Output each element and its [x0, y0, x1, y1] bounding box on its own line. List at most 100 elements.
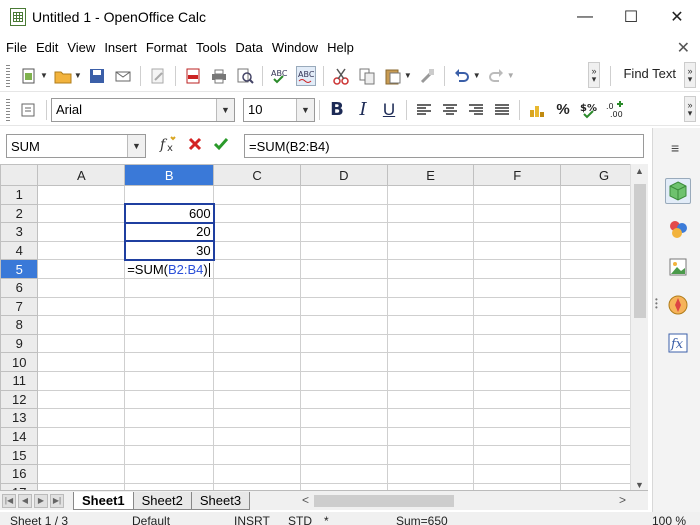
percent-format-button[interactable]: %: [553, 100, 573, 120]
font-name-box[interactable]: Arial ▼: [51, 97, 235, 122]
row-header-7[interactable]: 7: [0, 296, 39, 317]
cell-d8[interactable]: [299, 315, 388, 335]
cell-a2[interactable]: [37, 203, 126, 224]
cell-d13[interactable]: [299, 408, 388, 428]
cell-e3[interactable]: [386, 222, 475, 242]
status-insert-mode[interactable]: INSRT: [234, 514, 270, 525]
cell-d15[interactable]: [299, 445, 388, 465]
cell-e5[interactable]: [386, 259, 475, 279]
cell-f6[interactable]: [473, 277, 562, 298]
cell-c13[interactable]: [213, 408, 301, 428]
maximize-button[interactable]: ☐: [608, 0, 654, 34]
cell-c3[interactable]: [213, 222, 301, 242]
cell-b5[interactable]: =SUM(B2:B4): [124, 259, 215, 279]
underline-button[interactable]: U: [379, 100, 399, 120]
cell-b7[interactable]: [124, 296, 215, 317]
open-dropdown-icon[interactable]: ▼: [74, 71, 82, 80]
cell-e2[interactable]: [386, 203, 475, 224]
cell-d5[interactable]: [299, 259, 388, 279]
chevron-down-icon[interactable]: ▼: [216, 98, 234, 121]
cell-f9[interactable]: [473, 333, 562, 354]
toolbar-overflow-button[interactable]: » ▾: [588, 62, 600, 88]
sheet-tab-3[interactable]: Sheet3: [190, 491, 251, 510]
cell-d12[interactable]: [299, 389, 388, 410]
cell-d3[interactable]: [299, 222, 388, 242]
autospellcheck-icon[interactable]: ABC: [295, 65, 316, 86]
cell-b13[interactable]: [124, 408, 215, 428]
cell-a13[interactable]: [37, 408, 126, 428]
cell-f1[interactable]: [473, 185, 562, 205]
cell-b15[interactable]: [124, 445, 215, 465]
menu-tools[interactable]: Tools: [196, 40, 226, 55]
align-left-icon[interactable]: [414, 100, 434, 120]
cell-c2[interactable]: [213, 203, 301, 224]
cell-a9[interactable]: [37, 333, 126, 354]
menu-help[interactable]: Help: [327, 40, 354, 55]
cell-c10[interactable]: [213, 352, 301, 372]
cell-d7[interactable]: [299, 296, 388, 317]
minimize-button[interactable]: —: [562, 0, 608, 34]
cell-f12[interactable]: [473, 389, 562, 410]
cell-f17[interactable]: [473, 482, 562, 490]
chevron-down-icon[interactable]: ▼: [296, 98, 314, 121]
justify-icon[interactable]: [492, 100, 512, 120]
cell-b17[interactable]: [124, 482, 215, 490]
row-header-9[interactable]: 9: [0, 333, 39, 354]
toolbar-grip[interactable]: [6, 98, 10, 121]
cell-c11[interactable]: [213, 370, 301, 391]
cell-e4[interactable]: [386, 240, 475, 261]
row-header-12[interactable]: 12: [0, 389, 39, 410]
row-header-2[interactable]: 2: [0, 203, 39, 224]
cell-d4[interactable]: [299, 240, 388, 261]
select-all-corner[interactable]: [0, 164, 39, 186]
scroll-right-icon[interactable]: >: [619, 493, 626, 507]
cell-b12[interactable]: [124, 389, 215, 410]
cell-e9[interactable]: [386, 333, 475, 354]
cell-c9[interactable]: [213, 333, 301, 354]
cell-c15[interactable]: [213, 445, 301, 465]
column-header-e[interactable]: E: [386, 164, 475, 186]
column-header-a[interactable]: A: [37, 164, 126, 186]
align-center-icon[interactable]: [440, 100, 460, 120]
open-folder-icon[interactable]: [53, 66, 73, 86]
italic-button[interactable]: I: [353, 99, 373, 120]
cell-f5[interactable]: [473, 259, 562, 279]
cell-table[interactable]: A B C D E F G 1 2 600 3 20 4 30 5 =SUM(B2:B4) 6 7 8…: [0, 164, 648, 490]
sidebar-menu-icon[interactable]: ≡: [671, 140, 679, 156]
row-header-17[interactable]: 17: [0, 482, 39, 490]
last-sheet-icon[interactable]: ▶|: [50, 493, 64, 508]
styles-icon[interactable]: [19, 100, 39, 120]
sidebar-resize-handle[interactable]: • • •: [655, 296, 658, 312]
cell-a10[interactable]: [37, 352, 126, 372]
cell-b6[interactable]: [124, 277, 215, 298]
row-header-13[interactable]: 13: [0, 408, 39, 428]
menu-file[interactable]: File: [6, 40, 27, 55]
cell-e1[interactable]: [386, 185, 475, 205]
cell-a6[interactable]: [37, 277, 126, 298]
paste-dropdown-icon[interactable]: ▼: [404, 71, 412, 80]
cell-a3[interactable]: [37, 222, 126, 242]
row-header-16[interactable]: 16: [0, 463, 39, 484]
copy-icon[interactable]: [357, 66, 377, 86]
cell-a7[interactable]: [37, 296, 126, 317]
column-header-b[interactable]: B: [124, 164, 215, 186]
scroll-up-icon[interactable]: ▲: [635, 166, 644, 176]
cell-a11[interactable]: [37, 370, 126, 391]
cell-a4[interactable]: [37, 240, 126, 261]
styles-formatting-icon[interactable]: [665, 216, 691, 242]
font-size-box[interactable]: 10 ▼: [243, 97, 315, 122]
cell-f4[interactable]: [473, 240, 562, 261]
cell-d2[interactable]: [299, 203, 388, 224]
cell-b9[interactable]: [124, 333, 215, 354]
add-decimal-place-icon[interactable]: .0.00: [605, 100, 625, 120]
cell-f11[interactable]: [473, 370, 562, 391]
cell-b2[interactable]: 600: [123, 203, 215, 224]
cell-e16[interactable]: [386, 463, 475, 484]
cell-e15[interactable]: [386, 445, 475, 465]
name-box[interactable]: SUM ▼: [6, 134, 146, 158]
cell-f7[interactable]: [473, 296, 562, 317]
vertical-scrollbar[interactable]: ▲ ▼: [630, 164, 648, 490]
toolbar-grip[interactable]: [6, 64, 10, 87]
status-page-style[interactable]: Default: [132, 514, 170, 525]
cell-b8[interactable]: [124, 315, 215, 335]
